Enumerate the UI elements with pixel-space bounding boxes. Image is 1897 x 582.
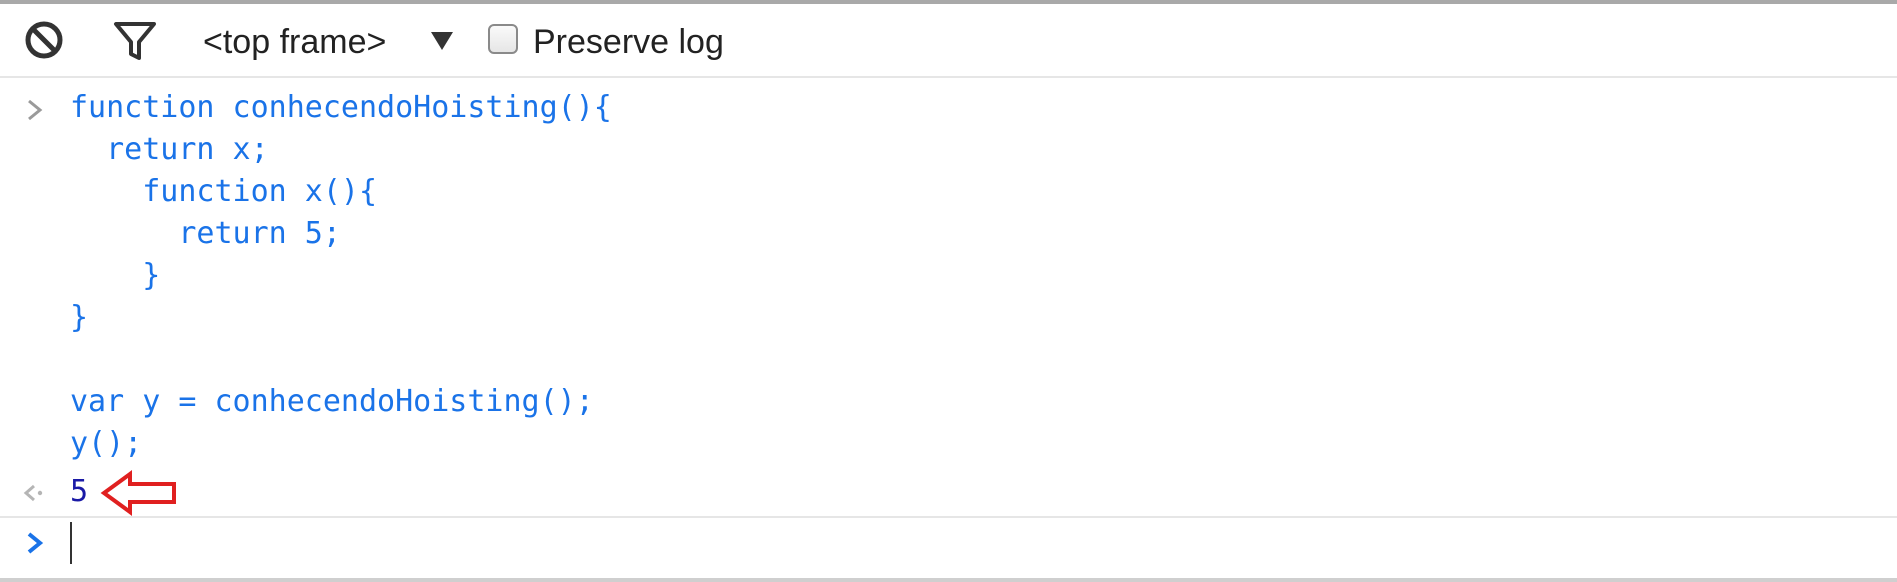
filter-icon[interactable] <box>112 20 158 62</box>
preserve-log-label[interactable]: Preserve log <box>533 22 724 62</box>
console-result-value: 5 <box>70 474 89 509</box>
triangle-down-icon[interactable] <box>428 28 456 54</box>
chevron-right-icon <box>22 95 48 125</box>
window-bottom-border <box>0 578 1897 582</box>
result-arrow-icon <box>20 478 46 508</box>
clear-console-icon[interactable] <box>22 18 66 62</box>
chevron-right-icon <box>22 528 48 558</box>
preserve-log-checkbox[interactable] <box>488 24 518 54</box>
console-divider <box>0 516 1897 518</box>
context-selector[interactable]: <top frame> <box>203 22 386 62</box>
console-input-caret[interactable] <box>70 522 72 564</box>
console-toolbar: <top frame> Preserve log <box>0 4 1897 78</box>
console-input-code: function conhecendoHoisting(){ return x;… <box>70 90 612 461</box>
red-left-arrow-icon <box>100 468 180 518</box>
